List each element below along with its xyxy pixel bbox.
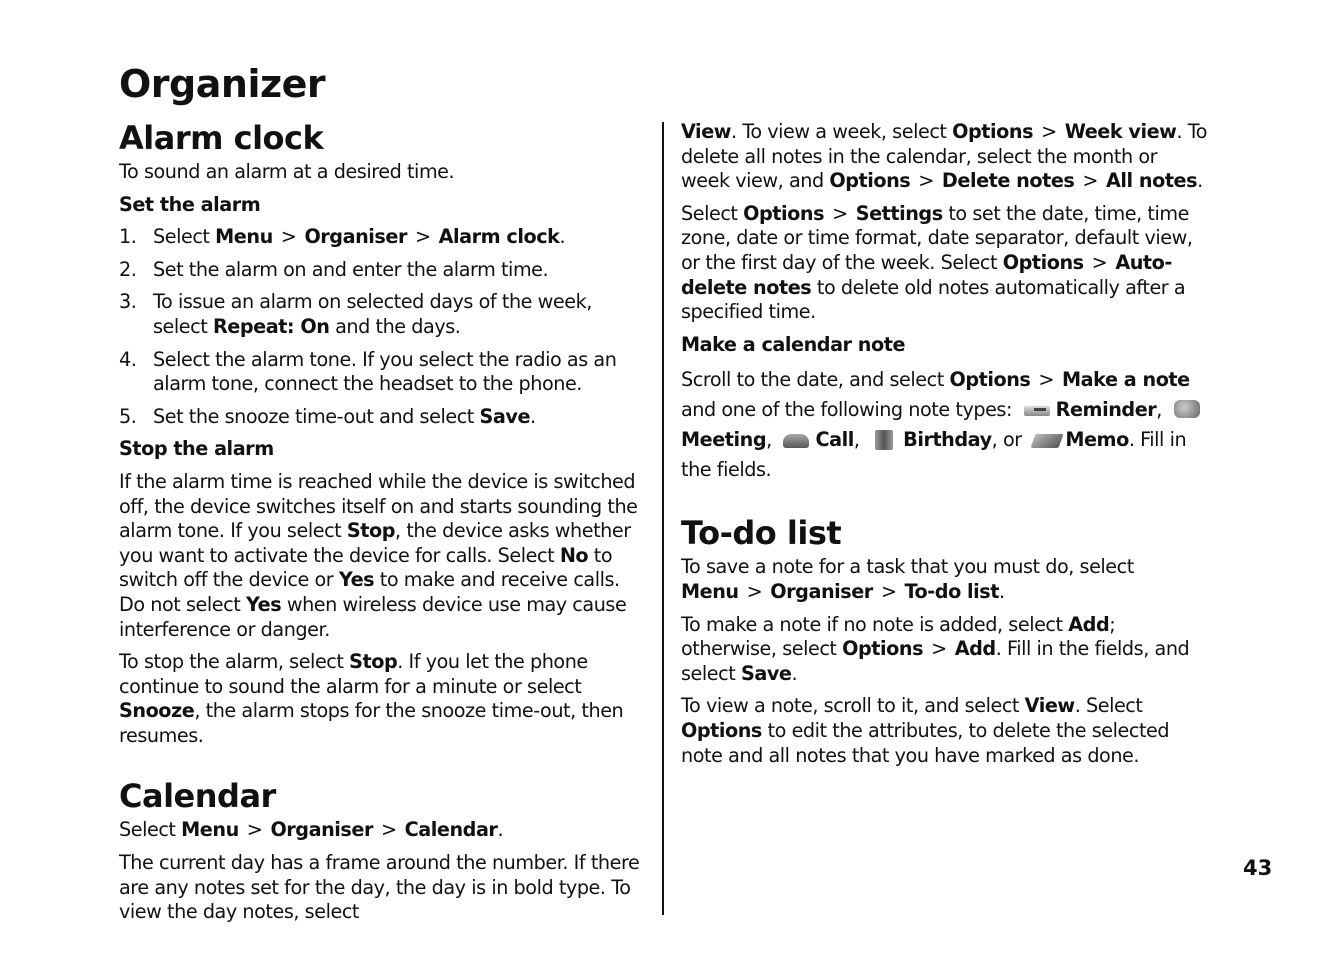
- alarm-intro: To sound an alarm at a desired time.: [119, 160, 455, 183]
- todo-paragraph-1: To save a note for a task that you must …: [681, 555, 1134, 603]
- todo-heading: To-do list: [681, 514, 842, 553]
- step-4: 4. Select the alarm tone. If you select t…: [119, 347, 617, 396]
- page-title: Organizer: [119, 62, 326, 106]
- memo-icon: [1031, 428, 1061, 450]
- set-alarm-heading: Set the alarm: [119, 192, 261, 216]
- call-icon: [781, 428, 811, 450]
- calendar-heading: Calendar: [119, 777, 276, 816]
- left-column: Alarm clock To sound an alarm at a desir…: [119, 118, 649, 925]
- step-1: 1. Select Menu > Organiser > Alarm clock.: [119, 225, 566, 249]
- make-note-paragraph: Scroll to the date, and select Options > M…: [681, 365, 1211, 485]
- birthday-icon: [869, 428, 899, 451]
- stop-alarm-paragraph-2: To stop the alarm, select Stop. If you l…: [119, 650, 624, 747]
- step-2: 2. Set the alarm on and enter the alarm t…: [119, 257, 549, 281]
- stop-alarm-heading: Stop the alarm: [119, 437, 274, 461]
- alarm-clock-heading: Alarm clock: [119, 119, 324, 157]
- calendar-select-path: Select Menu > Organiser > Calendar.: [119, 818, 504, 842]
- todo-paragraph-2: To make a note if no note is added, sele…: [681, 612, 1190, 685]
- step-3: 3. To issue an alarm on selected days of …: [119, 290, 592, 338]
- set-alarm-steps: 1. Select Menu > Organiser > Alarm clock. 2. S…: [119, 225, 649, 429]
- make-calendar-note-heading: Make a calendar note: [681, 332, 906, 356]
- right-column: View. To view a week, select Options > Wee…: [681, 118, 1211, 768]
- column-divider: [662, 122, 664, 915]
- page-number: 43: [1243, 856, 1273, 880]
- step-5: 5. Set the snooze time-out and select Sav…: [119, 404, 536, 428]
- calendar-paragraph-1: The current day has a frame around the n…: [119, 851, 640, 924]
- reminder-icon: [1022, 398, 1052, 420]
- meeting-icon: [1172, 398, 1202, 420]
- todo-paragraph-3: To view a note, scroll to it, and select…: [681, 694, 1170, 767]
- calendar-paragraph-1-cont: View. To view a week, select Options > Wee…: [681, 120, 1208, 193]
- calendar-paragraph-2: Select Options > Settings to set the date,…: [681, 201, 1193, 324]
- stop-alarm-paragraph-1: If the alarm time is reached while the d…: [119, 469, 638, 641]
